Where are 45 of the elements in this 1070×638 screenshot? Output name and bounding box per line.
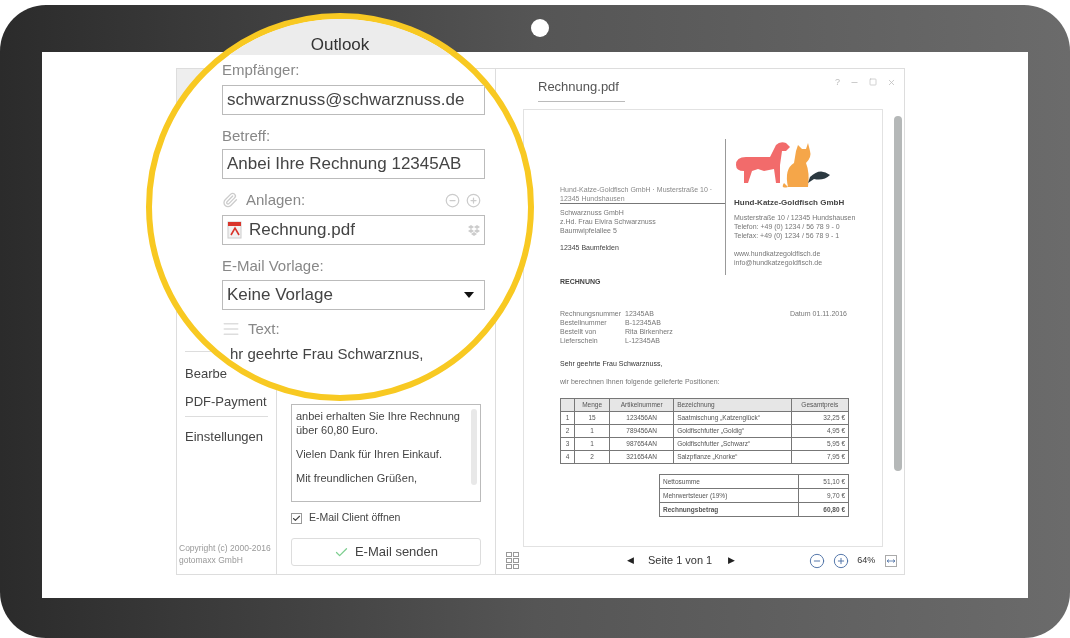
copyright-text: gotomaxx GmbH — [179, 554, 244, 566]
copyright-text: Copyright (c) 2000-2016 — [179, 542, 272, 554]
maximize-icon[interactable] — [869, 78, 877, 86]
message-text-line: über 60,80 Euro. — [296, 423, 379, 438]
subject-field[interactable]: Anbei Ihre Rechnung 12345AB — [222, 149, 485, 179]
text-lines-icon — [222, 320, 240, 338]
grid-icon[interactable] — [506, 552, 519, 569]
message-text-line: anbei erhalten Sie Ihre Rechnung — [296, 409, 461, 424]
window-title: Outlook — [310, 36, 370, 53]
pdf-file-icon — [227, 221, 243, 239]
dropbox-icon[interactable] — [468, 224, 480, 236]
field-label: Text: — [248, 320, 280, 338]
zoom-out-icon[interactable] — [809, 552, 826, 569]
checkbox-label: E-Mail Client öffnen — [309, 510, 401, 526]
scrollbar-thumb[interactable] — [894, 116, 902, 471]
document-tab[interactable]: Rechnung.pdf — [538, 77, 625, 102]
recipient-field[interactable]: schwarznuss@schwarznuss.de — [222, 85, 485, 115]
zoom-level: 64% — [857, 553, 876, 567]
caret-icon — [464, 292, 474, 298]
previous-page-button[interactable]: ◀ — [627, 553, 634, 568]
field-label: Empfänger: — [222, 61, 301, 79]
attachment-field[interactable]: Rechnung.pdf — [222, 215, 485, 245]
table-header — [560, 398, 575, 412]
zoom-in-icon[interactable] — [833, 552, 850, 569]
page-indicator: Seite 1 von 1 — [648, 553, 713, 569]
field-label: E-Mail Vorlage: — [222, 257, 325, 275]
message-text-line: Vielen Dank für Ihren Einkauf. — [296, 447, 443, 462]
message-textarea[interactable]: anbei erhalten Sie Ihre Rechnung über 60,80 Euro. Vielen Dank für Ihren Einkauf. Mit freundlichen Grüßen, — [291, 404, 481, 503]
template-dropdown[interactable]: Keine Vorlage — [222, 280, 485, 310]
fit-width-icon[interactable] — [885, 554, 897, 567]
message-text-line: hr geehrte Frau Schwarznus, — [230, 344, 424, 364]
add-icon[interactable] — [466, 192, 481, 208]
nav-item[interactable]: Bearbe — [185, 366, 227, 382]
field-label: Anlagen: — [246, 191, 306, 209]
nav-item[interactable]: PDF-Payment — [185, 394, 267, 410]
paperclip-icon — [222, 192, 238, 208]
close-icon[interactable] — [887, 77, 896, 87]
next-page-button[interactable]: ▶ — [728, 553, 736, 568]
nav-item[interactable]: Einstellungen — [185, 429, 264, 445]
remove-icon[interactable] — [445, 192, 460, 208]
send-button[interactable]: E-Mail senden — [291, 538, 481, 566]
sender-name: Hund-Katze-Goldfisch GmbH — [734, 198, 846, 208]
message-text-line: Mit freundlichen Grüßen, — [296, 471, 419, 486]
field-label: Betreff: — [222, 127, 272, 145]
checkbox[interactable] — [291, 512, 302, 524]
